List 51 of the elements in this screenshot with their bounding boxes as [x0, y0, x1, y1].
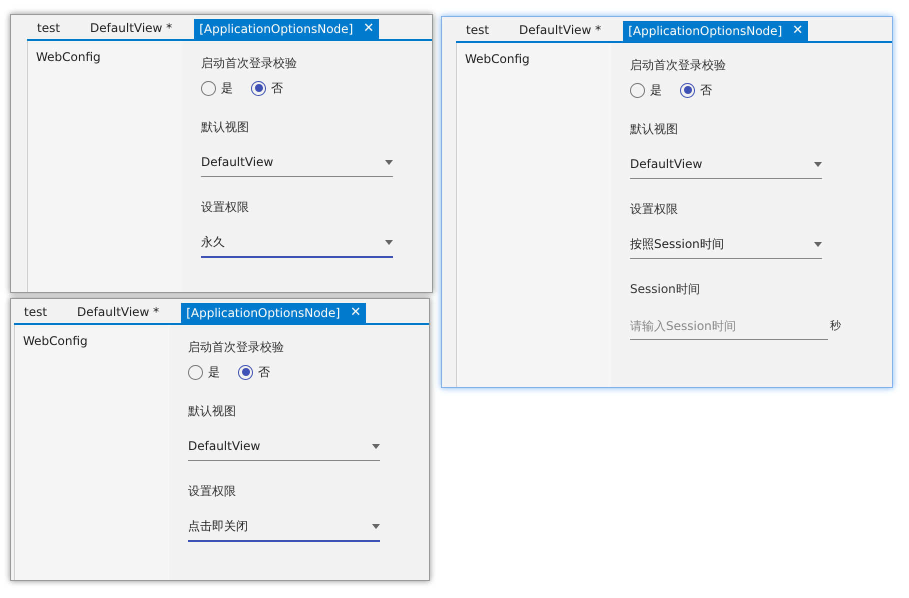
close-icon[interactable]: ✕ — [363, 21, 374, 37]
tab[interactable]: DefaultView * — [82, 17, 180, 39]
close-icon[interactable]: ✕ — [350, 305, 362, 321]
tree-item[interactable]: WebConfig — [36, 48, 174, 66]
field-label: 启动首次登录校验 — [188, 339, 285, 356]
field-label: Session时间 — [630, 281, 701, 298]
tree-item[interactable]: WebConfig — [23, 332, 161, 350]
field-label: 设置权限 — [188, 483, 237, 500]
radio-option[interactable]: 是 — [201, 79, 233, 97]
tab[interactable]: test — [16, 301, 56, 323]
field-label: 默认视图 — [630, 121, 679, 138]
field-label: 设置权限 — [630, 201, 679, 218]
field-label: 设置权限 — [201, 199, 250, 216]
unit-label: 秒 — [830, 318, 841, 334]
tab[interactable]: [ApplicationOptionsNode] ✕ — [181, 303, 366, 323]
field-label: 启动首次登录校验 — [201, 55, 298, 72]
radio-button[interactable] — [201, 80, 216, 96]
radio-option[interactable]: 否 — [238, 363, 270, 381]
tab[interactable]: DefaultView * — [69, 301, 168, 323]
radio-option[interactable]: 是 — [188, 363, 220, 381]
field-label: 默认视图 — [188, 403, 237, 420]
dropdown[interactable]: 点击即关闭 — [188, 507, 380, 542]
radio-button[interactable] — [188, 364, 203, 380]
radio-button[interactable] — [251, 80, 266, 96]
caret-icon — [372, 524, 380, 528]
caret-icon — [814, 242, 822, 246]
tab[interactable]: DefaultView * — [511, 19, 610, 41]
input-field[interactable]: 请输入Session时间 — [630, 309, 828, 340]
caret-icon — [814, 162, 822, 166]
tree-item[interactable]: WebConfig — [465, 50, 603, 68]
caret-icon — [372, 444, 380, 448]
caret-icon — [385, 160, 393, 164]
radio-button[interactable] — [238, 364, 253, 380]
field-label: 启动首次登录校验 — [630, 57, 727, 74]
dropdown[interactable]: DefaultView — [630, 145, 822, 179]
caret-icon — [385, 240, 393, 244]
tab[interactable]: [ApplicationOptionsNode] ✕ — [623, 21, 808, 41]
radio-option[interactable]: 是 — [630, 81, 662, 99]
close-icon[interactable]: ✕ — [792, 23, 804, 39]
radio-option[interactable]: 否 — [680, 81, 712, 99]
tab[interactable]: test — [29, 17, 68, 39]
tab[interactable]: [ApplicationOptionsNode] ✕ — [194, 19, 380, 39]
field-label: 默认视图 — [201, 119, 250, 136]
tab[interactable]: test — [458, 19, 498, 41]
radio-option[interactable]: 否 — [251, 79, 283, 97]
dropdown[interactable]: 按照Session时间 — [630, 225, 822, 259]
dropdown[interactable]: DefaultView — [188, 427, 380, 461]
dropdown[interactable]: DefaultView — [201, 143, 393, 177]
dropdown[interactable]: 永久 — [201, 223, 393, 258]
radio-button[interactable] — [630, 82, 645, 98]
radio-button[interactable] — [680, 82, 695, 98]
